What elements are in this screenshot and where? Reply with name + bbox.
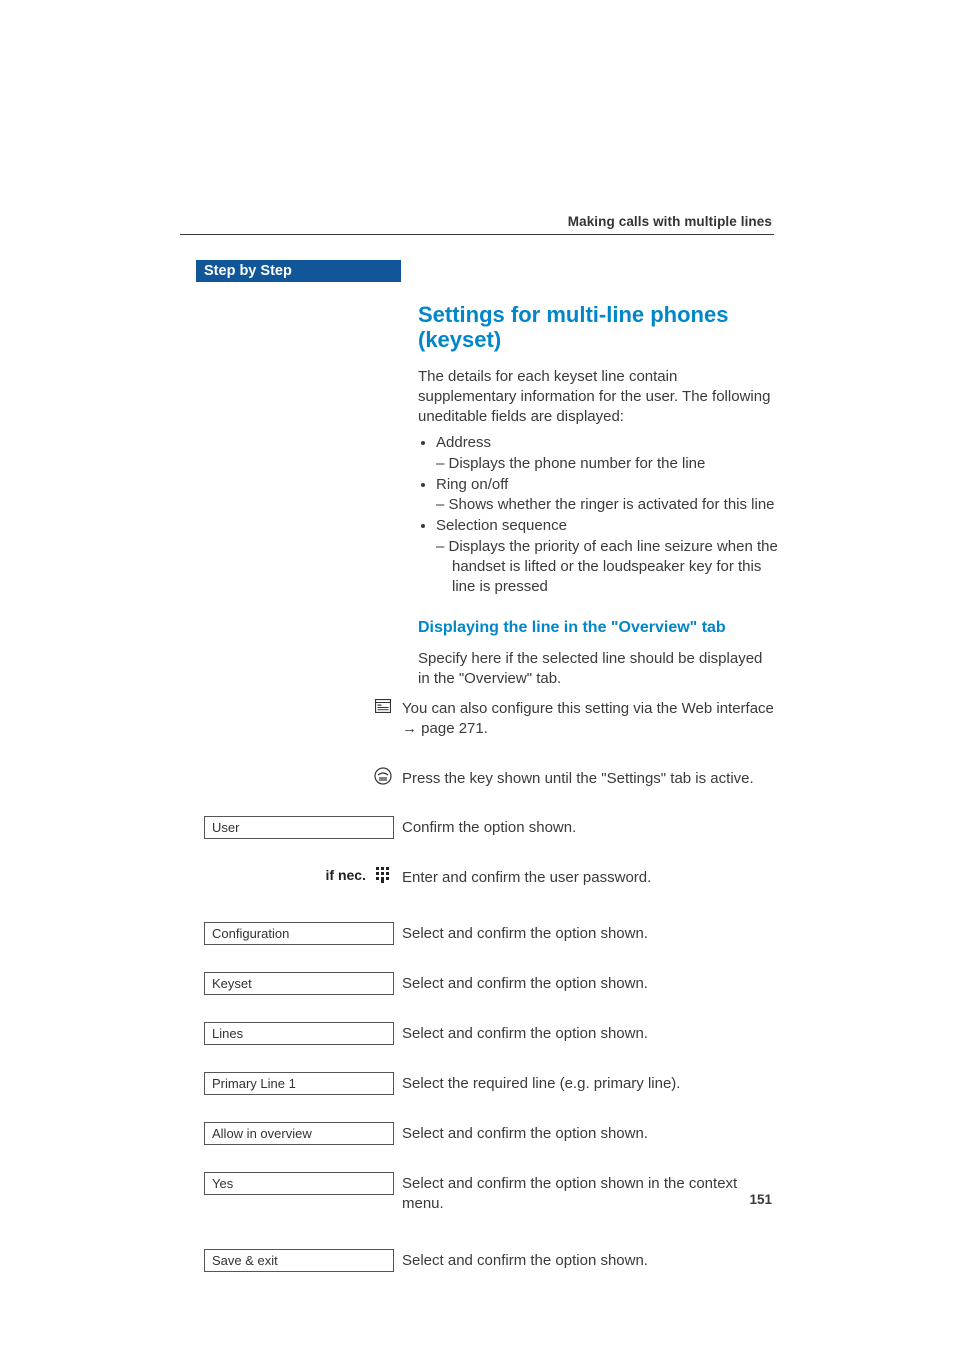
step-text: Select and confirm the option shown.	[402, 1249, 778, 1271]
page: Making calls with multiple lines Step by…	[0, 0, 954, 1351]
step-text: Confirm the option shown.	[402, 816, 778, 838]
step-text: Select and confirm the option shown.	[402, 922, 778, 944]
step-row: Primary Line 1 Select the required line …	[196, 1072, 778, 1095]
page-link[interactable]: → page 271.	[402, 720, 488, 737]
step-text: Select and confirm the option shown in t…	[402, 1172, 778, 1215]
step-text: You can also configure this setting via …	[402, 697, 778, 740]
field-list: Address Displays the phone number for th…	[418, 433, 778, 597]
header-rule	[180, 234, 774, 235]
web-page-icon	[372, 697, 394, 715]
step-row: if nec.	[196, 866, 778, 888]
field-name: Selection sequence	[436, 517, 567, 534]
option-lines: Lines	[204, 1022, 394, 1045]
field-desc: Displays the phone number for the line	[452, 454, 778, 474]
option-primary-line: Primary Line 1	[204, 1072, 394, 1095]
option-allow-overview: Allow in overview	[204, 1122, 394, 1145]
step-row: Press the key shown until the "Settings"…	[196, 767, 778, 789]
main-content: Settings for multi-line phones (keyset) …	[418, 294, 778, 695]
field-desc: Displays the priority of each line seizu…	[452, 537, 778, 598]
field-name: Ring on/off	[436, 476, 508, 493]
subheading: Displaying the line in the "Overview" ta…	[418, 617, 778, 639]
step-text: Select the required line (e.g. primary l…	[402, 1072, 778, 1094]
page-title: Settings for multi-line phones (keyset)	[418, 302, 778, 353]
option-yes: Yes	[204, 1172, 394, 1195]
step-text: Press the key shown until the "Settings"…	[402, 767, 778, 789]
keypad-icon	[372, 866, 394, 884]
option-user: User	[204, 816, 394, 839]
if-nec-label: if nec.	[326, 866, 366, 885]
steps-area: You can also configure this setting via …	[196, 697, 778, 1299]
intro-text: The details for each keyset line contain…	[418, 367, 778, 428]
field-desc: Shows whether the ringer is activated fo…	[452, 495, 778, 515]
sidebar-title: Step by Step	[196, 260, 401, 282]
step-text: Select and confirm the option shown.	[402, 972, 778, 994]
step-row: Save & exit Select and confirm the optio…	[196, 1249, 778, 1272]
field-name: Address	[436, 434, 491, 451]
step-row: Keyset Select and confirm the option sho…	[196, 972, 778, 995]
settings-key-icon	[372, 767, 394, 785]
step-row: You can also configure this setting via …	[196, 697, 778, 740]
step-row: Yes Select and confirm the option shown …	[196, 1172, 778, 1215]
step-row: User Confirm the option shown.	[196, 816, 778, 839]
sub-intro: Specify here if the selected line should…	[418, 649, 778, 690]
option-configuration: Configuration	[204, 922, 394, 945]
step-text: Select and confirm the option shown.	[402, 1122, 778, 1144]
option-save-exit: Save & exit	[204, 1249, 394, 1272]
step-row: Configuration Select and confirm the opt…	[196, 922, 778, 945]
step-row: Lines Select and confirm the option show…	[196, 1022, 778, 1045]
page-number: 151	[749, 1191, 772, 1209]
running-head: Making calls with multiple lines	[568, 213, 772, 231]
step-text: Select and confirm the option shown.	[402, 1022, 778, 1044]
step-text: Enter and confirm the user password.	[402, 866, 778, 888]
option-keyset: Keyset	[204, 972, 394, 995]
step-row: Allow in overview Select and confirm the…	[196, 1122, 778, 1145]
